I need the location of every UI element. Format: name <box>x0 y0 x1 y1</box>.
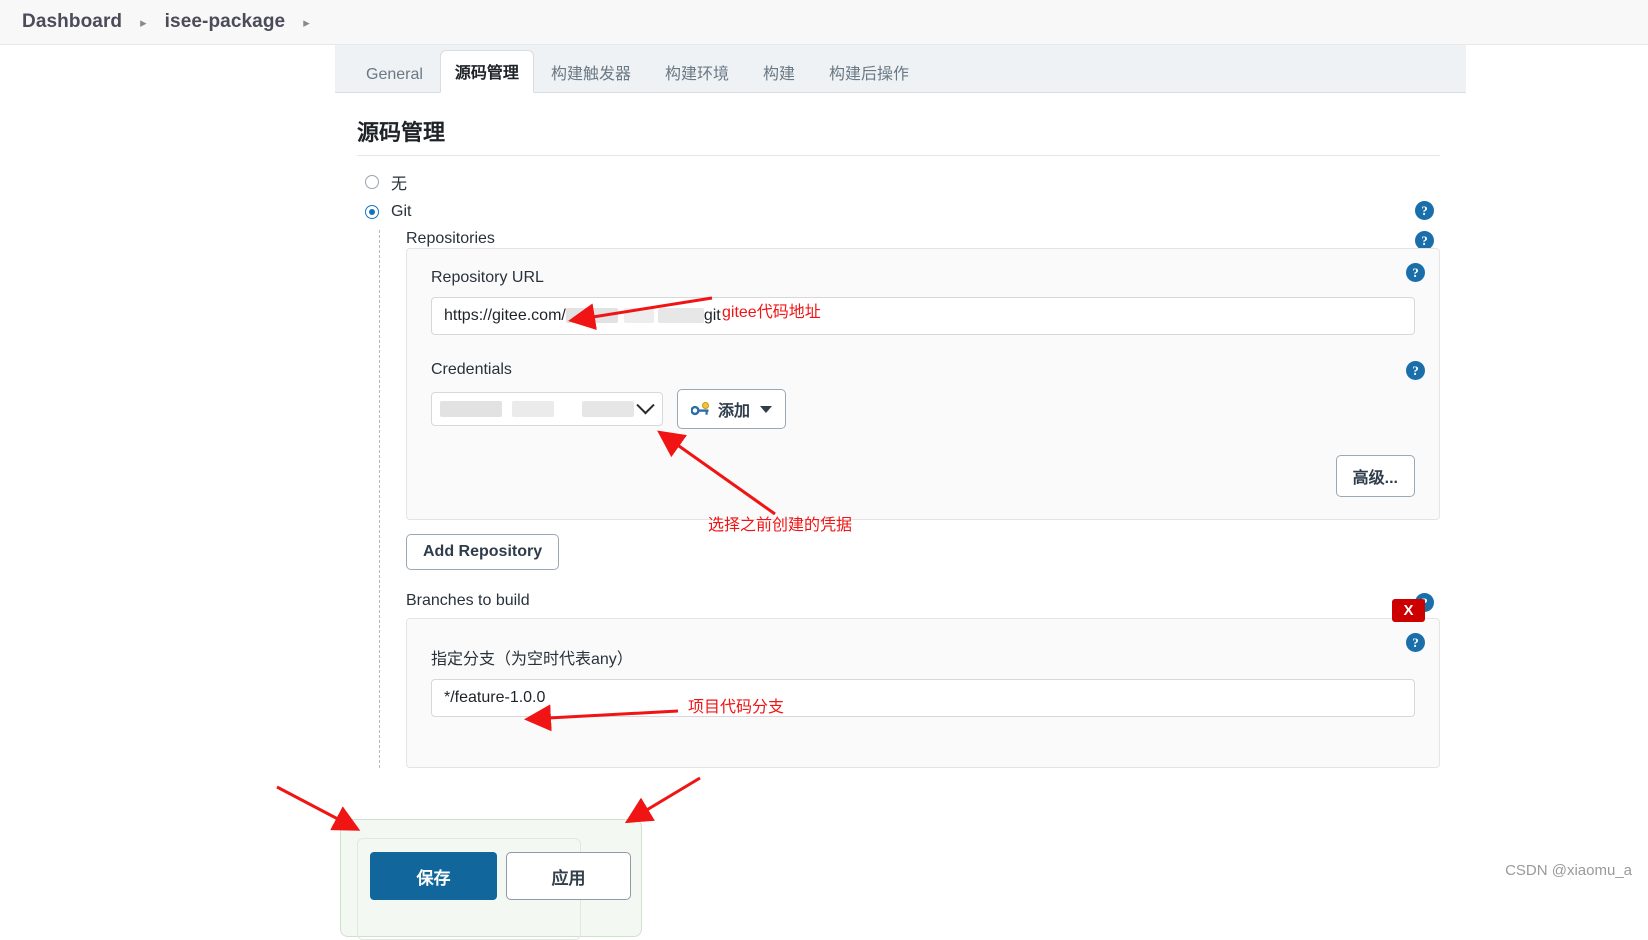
repository-url-suffix: git <box>703 307 721 324</box>
radio-label-git: Git <box>391 203 412 220</box>
watermark: CSDN @xiaomu_a <box>1505 862 1632 879</box>
repository-url-input[interactable]: https://gitee.com/git <box>431 297 1415 335</box>
key-icon <box>691 402 709 416</box>
repository-url-label: Repository URL <box>431 269 544 286</box>
tab-scm[interactable]: 源码管理 <box>439 50 534 93</box>
repository-url-prefix: https://gitee.com/ <box>444 307 566 324</box>
add-repository-row: Add Repository <box>406 534 1440 570</box>
git-settings-group: Repositories ? ? Repository URL https://… <box>379 230 1440 768</box>
help-icon-git[interactable]: ? <box>1415 201 1434 220</box>
redacted-block-1 <box>565 308 618 324</box>
save-button[interactable]: 保存 <box>370 852 497 900</box>
repositories-label: Repositories <box>406 230 495 247</box>
redacted-block-3 <box>657 308 704 324</box>
tab-build-triggers[interactable]: 构建触发器 <box>534 52 648 93</box>
title-divider <box>357 155 1440 156</box>
scm-section: 源码管理 无 Git ? Repositories ? ? Repository… <box>335 93 1466 940</box>
chevron-down-icon[interactable] <box>636 395 655 414</box>
form-action-bar: 保存 应用 <box>340 819 642 940</box>
branch-specifier-input[interactable]: */feature-1.0.0 <box>431 679 1415 717</box>
tab-build[interactable]: 构建 <box>746 52 812 93</box>
branches-to-build-label: Branches to build <box>406 592 530 609</box>
radio-row-git[interactable]: Git ? <box>365 201 1440 221</box>
radio-scm-none[interactable] <box>365 175 379 189</box>
breadcrumb-separator-icon: ▸ <box>140 15 147 30</box>
apply-button[interactable]: 应用 <box>506 852 631 900</box>
job-config-panel: General 源码管理 构建触发器 构建环境 构建 构建后操作 源码管理 无 … <box>335 45 1466 940</box>
breadcrumb-separator-icon-2: ▸ <box>303 15 310 30</box>
breadcrumb-item-job[interactable]: isee-package <box>165 11 286 33</box>
advanced-row: 高级... <box>431 455 1415 497</box>
radio-scm-git[interactable] <box>365 205 379 219</box>
redacted-cred-3 <box>582 401 634 417</box>
radio-label-none: 无 <box>391 176 408 193</box>
branch-specifier-label: 指定分支（为空时代表any） <box>431 651 633 668</box>
help-icon-branch-specifier[interactable]: ? <box>1406 633 1425 652</box>
credentials-row: 添加 <box>431 389 1415 429</box>
breadcrumb: Dashboard ▸ isee-package ▸ <box>0 0 1648 45</box>
config-tab-strip: General 源码管理 构建触发器 构建环境 构建 构建后操作 <box>335 45 1466 93</box>
help-icon-credentials[interactable]: ? <box>1406 361 1425 380</box>
redacted-cred-1 <box>440 401 502 417</box>
add-credentials-label: 添加 <box>718 403 751 420</box>
page-title: 源码管理 <box>357 120 446 145</box>
repository-card: ? Repository URL https://gitee.com/git ?… <box>406 248 1440 520</box>
credentials-select[interactable] <box>431 392 663 426</box>
tab-general[interactable]: General <box>349 58 440 93</box>
tab-post-build-actions[interactable]: 构建后操作 <box>812 52 926 93</box>
breadcrumb-item-dashboard[interactable]: Dashboard <box>22 11 122 33</box>
delete-branch-button[interactable]: X <box>1392 599 1425 622</box>
advanced-button[interactable]: 高级... <box>1335 455 1415 497</box>
add-credentials-button[interactable]: 添加 <box>677 389 787 429</box>
radio-row-none[interactable]: 无 <box>365 170 1440 194</box>
branch-card: X ? 指定分支（为空时代表any） */feature-1.0.0 <box>406 599 1440 768</box>
credentials-label: Credentials <box>431 361 512 378</box>
tab-build-environment[interactable]: 构建环境 <box>648 52 746 93</box>
redacted-cred-2 <box>512 401 554 417</box>
credentials-selected-value <box>440 401 634 417</box>
caret-down-icon <box>760 405 773 413</box>
add-repository-button[interactable]: Add Repository <box>406 534 560 570</box>
help-icon-repository-url[interactable]: ? <box>1406 263 1425 282</box>
redacted-block-2 <box>623 308 654 324</box>
